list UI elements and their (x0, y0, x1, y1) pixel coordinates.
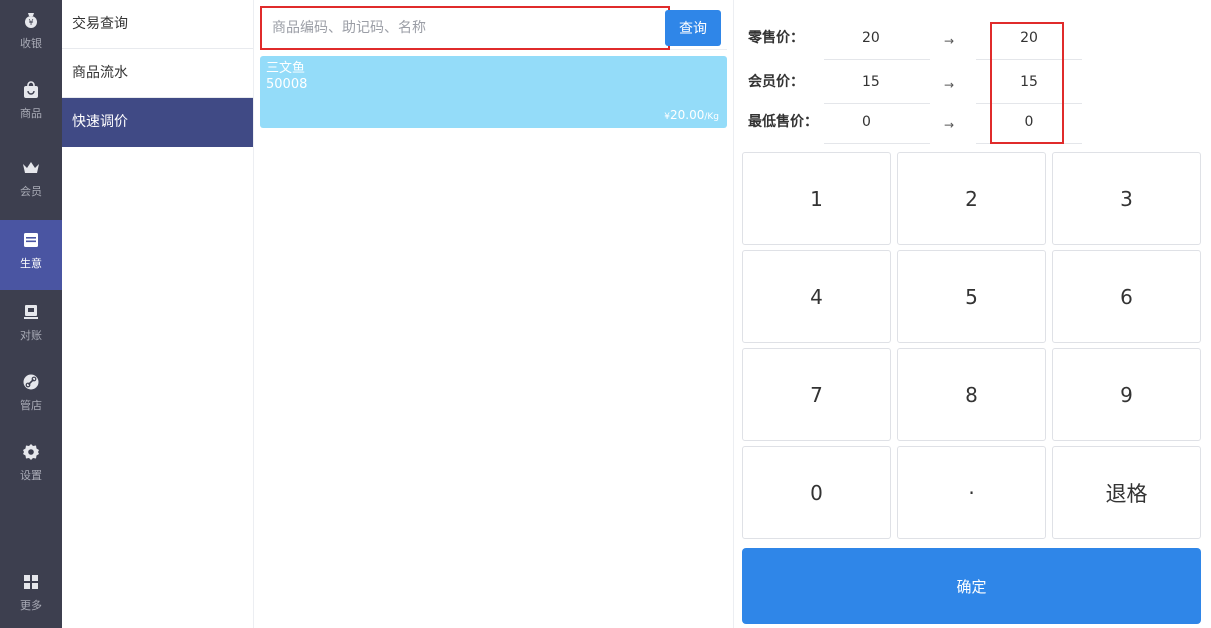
key-2[interactable]: 2 (897, 152, 1046, 245)
gear-icon (23, 444, 39, 460)
key-6[interactable]: 6 (1052, 250, 1201, 343)
nav-item-cashier[interactable]: ¥ 收银 (0, 0, 62, 70)
key-0[interactable]: 0 (742, 446, 891, 539)
key-4[interactable]: 4 (742, 250, 891, 343)
nav-item-reconcile[interactable]: 对账 (0, 292, 62, 362)
sub-menu-item-transaction-query[interactable]: 交易查询 (62, 0, 253, 49)
store-link-icon (23, 374, 39, 390)
nav-item-products[interactable]: 商品 (0, 70, 62, 140)
sub-menu: 交易查询 商品流水 快速调价 (62, 0, 254, 628)
min-price-row: 最低售价： 0 → 0 (734, 100, 1094, 144)
min-price-old: 0 (824, 100, 930, 144)
nav-item-business[interactable]: 生意 (0, 220, 62, 290)
retail-price-row: 零售价： 20 → 20 (734, 16, 1094, 60)
price-editor-panel: 零售价： 20 → 20 会员价： 15 → 15 最低售价： 0 → 0 1 … (734, 0, 1211, 628)
price-unit: /Kg (704, 112, 719, 122)
member-price-old: 15 (824, 60, 930, 104)
product-name: 三文鱼 (266, 61, 306, 76)
nav-rail: ¥ 收银 商品 会员 生意 对账 管店 设置 更多 (0, 0, 62, 628)
nav-item-store[interactable]: 管店 (0, 362, 62, 432)
retail-price-new-field[interactable]: 20 (976, 16, 1082, 60)
product-panel: 查询 三文鱼 50008 ¥20.00/Kg (254, 0, 733, 628)
key-8[interactable]: 8 (897, 348, 1046, 441)
retail-price-label: 零售价： (748, 30, 804, 46)
reconcile-icon (24, 305, 38, 319)
sub-menu-item-quick-price-adjust[interactable]: 快速调价 (62, 98, 253, 147)
nav-label: 更多 (20, 599, 42, 612)
key-backspace[interactable]: 退格 (1052, 446, 1201, 539)
search-input[interactable] (260, 6, 670, 50)
product-card[interactable]: 三文鱼 50008 ¥20.00/Kg (260, 56, 727, 128)
nav-label: 收银 (20, 37, 42, 50)
confirm-button[interactable]: 确定 (742, 548, 1201, 624)
nav-label: 设置 (20, 469, 42, 482)
product-code: 50008 (266, 77, 308, 92)
grid-icon (24, 575, 38, 589)
nav-label: 会员 (20, 185, 42, 198)
nav-label: 对账 (20, 329, 42, 342)
key-5[interactable]: 5 (897, 250, 1046, 343)
retail-price-old-value: 20 (862, 30, 880, 46)
min-price-old-value: 0 (862, 114, 871, 130)
arrow-right-icon: → (944, 118, 955, 132)
svg-text:¥: ¥ (28, 18, 33, 27)
retail-price-old: 20 (824, 16, 930, 60)
key-1[interactable]: 1 (742, 152, 891, 245)
shopping-bag-icon (24, 81, 38, 98)
arrow-right-icon: → (944, 34, 955, 48)
member-price-new-field[interactable]: 15 (976, 60, 1082, 104)
crown-icon (23, 162, 39, 173)
search-button[interactable]: 查询 (665, 10, 721, 46)
product-price: ¥20.00/Kg (664, 108, 719, 122)
nav-item-settings[interactable]: 设置 (0, 432, 62, 502)
key-7[interactable]: 7 (742, 348, 891, 441)
price-value: 20.00 (669, 108, 705, 122)
nav-item-members[interactable]: 会员 (0, 148, 62, 218)
member-price-label: 会员价： (748, 74, 804, 90)
numeric-keypad: 1 2 3 4 5 6 7 8 9 0 · 退格 (742, 152, 1202, 540)
key-decimal[interactable]: · (897, 446, 1046, 539)
cash-register-icon: ¥ (25, 13, 37, 28)
nav-label: 商品 (20, 107, 42, 120)
search-bar: 查询 (260, 6, 727, 50)
min-price-label: 最低售价： (748, 114, 818, 130)
member-price-old-value: 15 (862, 74, 880, 90)
nav-label: 管店 (20, 399, 42, 412)
member-price-row: 会员价： 15 → 15 (734, 60, 1094, 104)
key-3[interactable]: 3 (1052, 152, 1201, 245)
sub-menu-item-product-flow[interactable]: 商品流水 (62, 49, 253, 98)
min-price-new-field[interactable]: 0 (976, 100, 1082, 144)
key-9[interactable]: 9 (1052, 348, 1201, 441)
ledger-icon (24, 233, 38, 247)
nav-item-more[interactable]: 更多 (0, 562, 62, 628)
nav-label: 生意 (20, 257, 42, 270)
